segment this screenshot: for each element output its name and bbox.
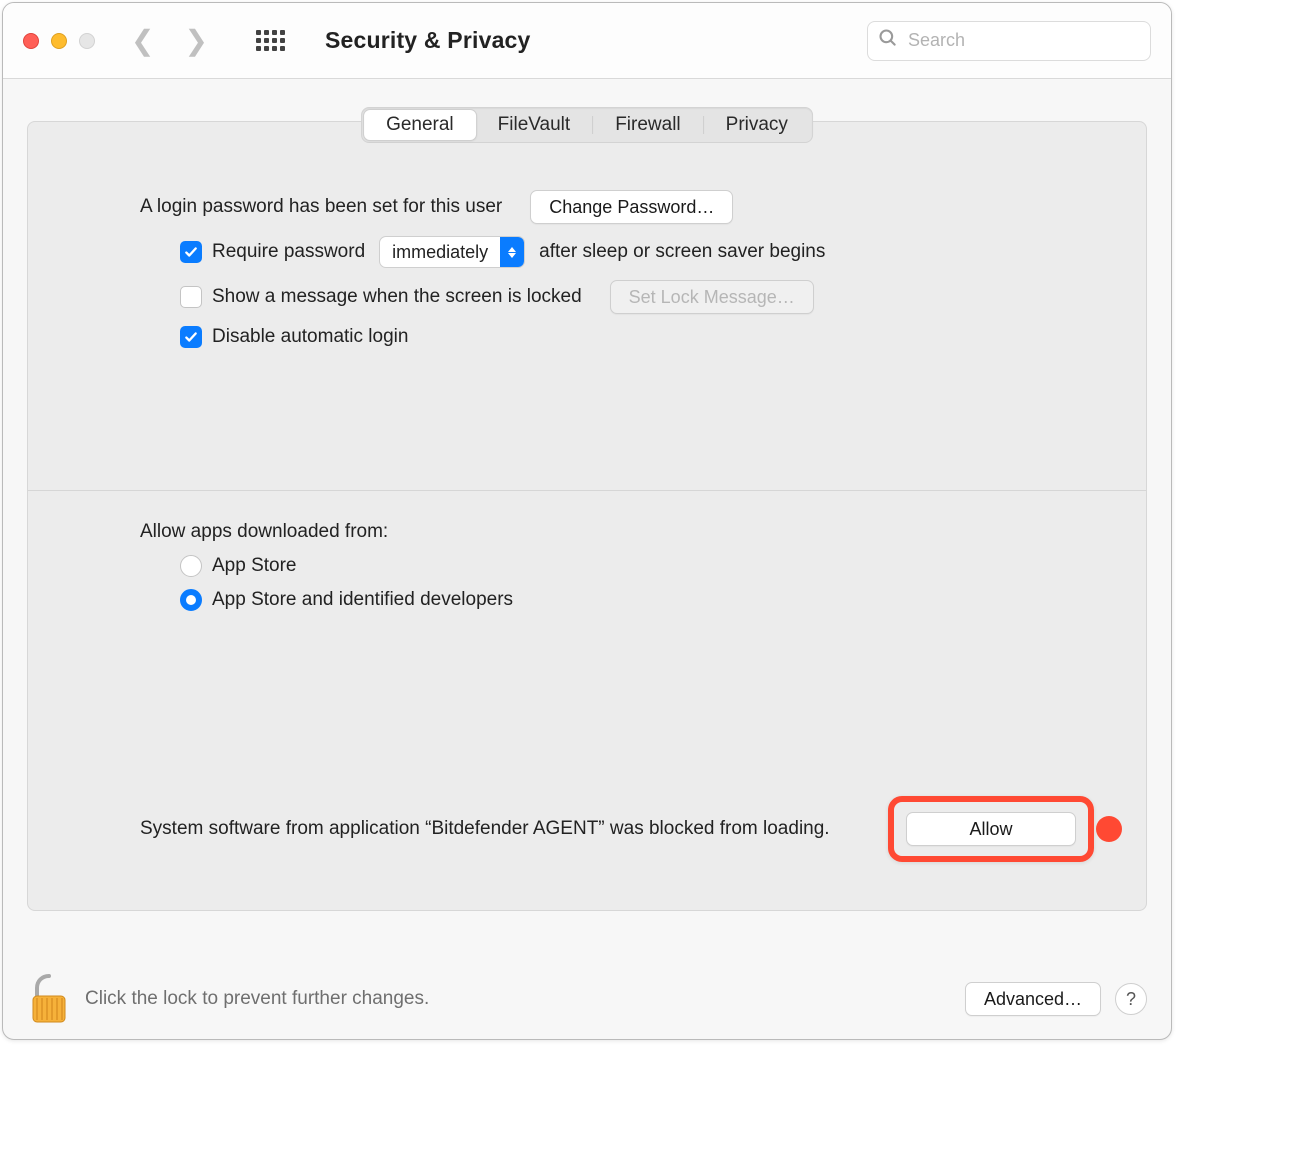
allow-apps-heading: Allow apps downloaded from: [140, 521, 388, 543]
updown-arrows-icon [500, 237, 524, 267]
tab-bar: General FileVault Firewall Privacy [361, 107, 813, 143]
disable-auto-login-label: Disable automatic login [212, 326, 408, 348]
show-all-prefs-icon[interactable] [256, 30, 285, 51]
lock-hint-text: Click the lock to prevent further change… [85, 988, 951, 1010]
footer: Click the lock to prevent further change… [3, 959, 1171, 1039]
search-field-container[interactable] [867, 21, 1151, 61]
back-button[interactable]: ❮ [131, 27, 154, 55]
blocked-software-text: System software from application “Bitdef… [140, 816, 868, 843]
lock-unlocked-icon[interactable] [27, 972, 71, 1026]
require-password-delay-popup[interactable]: immediately [379, 236, 525, 268]
help-button[interactable]: ? [1115, 983, 1147, 1015]
disable-auto-login-checkbox[interactable] [180, 326, 202, 348]
require-password-delay-value: immediately [380, 242, 500, 263]
allow-apps-appstore-radio[interactable] [180, 555, 202, 577]
allow-button[interactable]: Allow [906, 812, 1076, 846]
show-lock-message-checkbox[interactable] [180, 286, 202, 308]
zoom-window-button [79, 33, 95, 49]
nav-arrows: ❮ ❯ [131, 27, 208, 55]
search-input[interactable] [906, 29, 1142, 52]
content-area: General FileVault Firewall Privacy A log… [3, 79, 1171, 959]
general-pane: A login password has been set for this u… [27, 121, 1147, 911]
tab-privacy[interactable]: Privacy [704, 110, 810, 140]
show-lock-message-label: Show a message when the screen is locked [212, 286, 582, 308]
tab-firewall[interactable]: Firewall [593, 110, 702, 140]
window-controls [23, 33, 95, 49]
advanced-button[interactable]: Advanced… [965, 982, 1101, 1016]
search-icon [878, 28, 898, 54]
preferences-window: ❮ ❯ Security & Privacy General Fil [2, 2, 1172, 1040]
forward-button: ❯ [184, 27, 207, 55]
blocked-software-row: System software from application “Bitdef… [140, 796, 1094, 862]
login-password-text: A login password has been set for this u… [140, 196, 502, 218]
require-password-checkbox[interactable] [180, 241, 202, 263]
tab-filevault[interactable]: FileVault [476, 110, 593, 140]
close-window-button[interactable] [23, 33, 39, 49]
toolbar: ❮ ❯ Security & Privacy [3, 3, 1171, 79]
allow-apps-identified-label: App Store and identified developers [212, 589, 513, 611]
require-password-prefix: Require password [212, 241, 365, 263]
allow-apps-identified-radio[interactable] [180, 589, 202, 611]
section-divider [28, 490, 1146, 491]
allow-button-highlight: Allow [888, 796, 1094, 862]
change-password-button[interactable]: Change Password… [530, 190, 733, 224]
annotation-dot-icon [1096, 816, 1122, 842]
require-password-suffix: after sleep or screen saver begins [539, 241, 825, 263]
tab-general[interactable]: General [364, 110, 476, 140]
set-lock-message-button: Set Lock Message… [610, 280, 814, 314]
page-title: Security & Privacy [325, 27, 531, 54]
allow-apps-appstore-label: App Store [212, 555, 297, 577]
minimize-window-button[interactable] [51, 33, 67, 49]
